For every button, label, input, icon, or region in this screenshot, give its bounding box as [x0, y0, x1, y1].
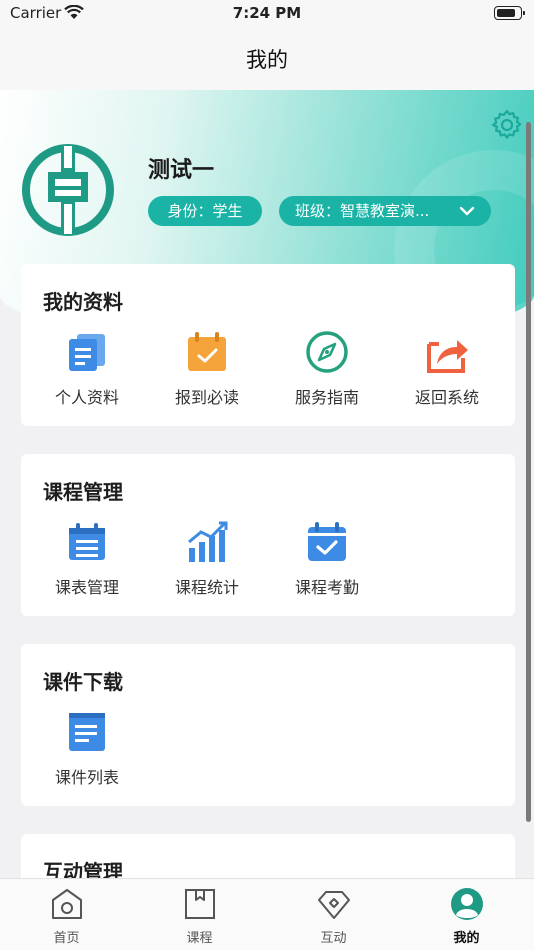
grid-item-profile[interactable]: 个人资料: [27, 326, 147, 416]
role-badge: 身份：学生: [148, 196, 262, 226]
tab-label: 首页: [53, 931, 80, 946]
status-time: 7:24 PM: [232, 4, 302, 22]
battery-icon: [494, 6, 525, 20]
diamond-icon: [318, 891, 350, 919]
tab-home[interactable]: 首页: [0, 879, 133, 950]
chevron-down-icon: [459, 206, 475, 216]
grid-item-checkin-guide[interactable]: 报到必读: [147, 326, 267, 416]
grid-item-schedule[interactable]: 课表管理: [27, 516, 147, 606]
grid-item-label: 课程考勤: [294, 578, 359, 597]
nav-bar: 我的: [0, 26, 534, 90]
section-title: 课件下载: [43, 670, 123, 694]
grid-item-courseware-list[interactable]: 课件列表: [27, 706, 147, 796]
statistics-icon: [188, 521, 228, 562]
status-bar: Carrier 7:24 PM: [0, 0, 534, 26]
file-list-icon: [69, 713, 105, 751]
course-management-card: 课程管理 课表管理 课程统计 课程考勤: [21, 454, 515, 616]
tab-label: 我的: [453, 931, 480, 946]
user-icon: [451, 888, 483, 920]
grid-item-course-stats[interactable]: 课程统计: [147, 516, 267, 606]
attendance-icon: [308, 522, 346, 561]
tab-interaction[interactable]: 互动: [267, 879, 400, 950]
home-icon: [52, 889, 82, 919]
grid-item-label: 个人资料: [54, 388, 119, 407]
section-title: 课程管理: [43, 480, 123, 504]
profile-doc-icon: [69, 334, 105, 371]
scrollbar[interactable]: [526, 122, 531, 822]
grid-item-return-system[interactable]: 返回系统: [387, 326, 507, 416]
grid-item-label: 服务指南: [294, 388, 359, 407]
class-label: 班级：智慧教室演...: [295, 202, 430, 220]
schedule-icon: [69, 523, 105, 560]
tab-mine[interactable]: 我的: [400, 879, 533, 950]
tab-courses[interactable]: 课程: [133, 879, 266, 950]
my-profile-card: 我的资料 个人资料 报到必读 服务指南 返回系统: [21, 264, 515, 426]
user-name: 测试一: [148, 158, 215, 183]
courseware-download-card: 课件下载 课件列表: [21, 644, 515, 806]
section-title: 我的资料: [43, 290, 123, 314]
grid-item-service-guide[interactable]: 服务指南: [267, 326, 387, 416]
compass-icon: [306, 331, 348, 373]
grid-item-label: 课件列表: [54, 768, 119, 787]
grid-item-label: 课程统计: [174, 578, 239, 597]
grid-item-label: 返回系统: [414, 388, 479, 407]
class-selector[interactable]: 班级：智慧教室演...: [279, 196, 491, 226]
bank-logo: [22, 144, 114, 236]
tab-label: 课程: [186, 931, 213, 946]
grid-item-attendance[interactable]: 课程考勤: [267, 516, 387, 606]
book-icon: [185, 889, 215, 919]
tab-label: 互动: [320, 931, 347, 946]
settings-gear-icon[interactable]: [490, 108, 524, 142]
grid-item-label: 报到必读: [174, 388, 239, 407]
share-exit-icon: [427, 340, 468, 373]
calendar-check-icon: [188, 332, 226, 371]
page-title: 我的: [246, 48, 288, 72]
tab-bar: 首页 课程 互动 我的: [0, 878, 534, 950]
grid-item-label: 课表管理: [54, 578, 119, 597]
